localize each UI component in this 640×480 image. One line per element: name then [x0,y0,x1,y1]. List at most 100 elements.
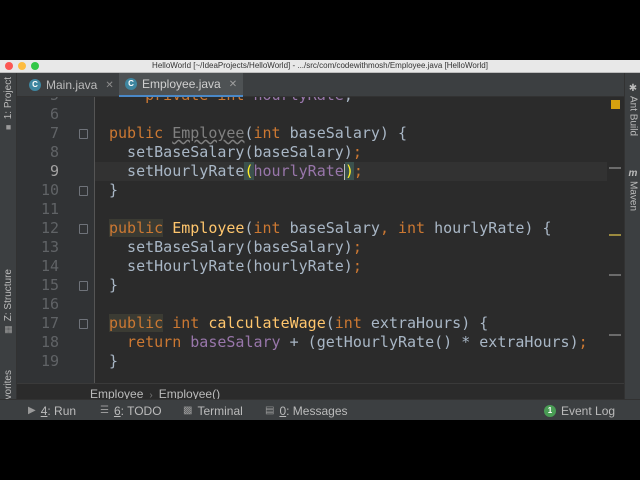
code-token: , int [379,219,435,237]
code-token: } [109,352,119,370]
code-token: setBaseSalary(baseSalary) [109,238,353,256]
run-tool-button[interactable]: ▶ 4: Run [28,403,76,418]
tab-main-java[interactable]: C Main.java ✕ [23,73,120,97]
code-token: ( [244,219,254,237]
terminal-label: Terminal [197,403,243,418]
code-line[interactable]: setBaseSalary(baseSalary); [109,143,362,162]
todo-icon: ☰ [100,405,109,416]
code-line[interactable]: public int calculateWage(int extraHours)… [109,314,488,333]
code-token: hourlyRate [253,162,344,180]
code-token: int [334,314,371,332]
code-token: int [163,314,209,332]
code-line[interactable]: public Employee(int baseSalary) { [109,124,407,143]
line-number: 16 [40,295,59,313]
code-token: ; [578,333,588,351]
line-number-gutter[interactable]: 5678910111213141516171819 [17,97,95,383]
line-number: 14 [40,257,59,275]
code-token: extraHours) { [370,314,489,332]
messages-tool-button[interactable]: ▤ 0: Messages [265,403,348,418]
code-token: private int [145,97,253,104]
fold-marker-icon[interactable] [79,186,88,196]
structure-tool-tab[interactable]: Z: Structure ▦ [1,269,16,334]
title-bar: HelloWorld [~/IdeaProjects/HelloWorld] -… [0,60,640,73]
code-token: ; [353,162,363,180]
project-tool-tab[interactable]: 1: Project ■ [1,77,16,132]
line-number: 13 [40,238,59,256]
code-token: + (getHourlyRate() * extraHours) [280,333,579,351]
code-line[interactable]: setHourlyRate(hourlyRate); [109,162,363,181]
code-token: public [109,124,173,142]
code-line[interactable]: setHourlyRate(hourlyRate); [109,257,362,276]
line-number: 6 [49,105,59,123]
code-token: Employee [172,219,245,237]
code-line[interactable]: public Employee(int baseSalary, int hour… [109,219,552,238]
line-number: 5 [17,97,59,105]
todo-tool-button[interactable]: ☰ 6: TODO [100,403,162,418]
ant-icon: ✱ [628,83,638,94]
fold-marker-icon[interactable] [79,129,88,139]
run-icon: ▶ [28,405,36,416]
code-token: return [109,333,191,351]
terminal-tool-button[interactable]: ▩ Terminal [183,403,243,418]
code-token: } [109,181,119,199]
line-number: 17 [40,314,59,332]
stripe-mark[interactable] [609,167,621,169]
maven-tool-tab[interactable]: m Maven [626,168,640,211]
fold-marker-icon[interactable] [79,281,88,291]
maven-label: Maven [627,181,639,212]
maven-icon: m [628,168,638,179]
code-token: ; [344,97,353,104]
project-tool-label: 1: Project [3,77,14,120]
close-icon[interactable]: ✕ [105,80,113,91]
code-token: public [109,314,164,332]
code-token: baseSalary [289,219,380,237]
line-number: 9 [49,162,59,180]
line-number: 8 [49,143,59,161]
code-token: hourlyRate) { [434,219,552,237]
event-log-label: Event Log [561,403,616,418]
code-token: Employee [172,124,245,142]
code-editor[interactable]: private int hourlyRate;public Employee(i… [95,97,607,383]
code-line[interactable]: setBaseSalary(baseSalary); [109,238,362,257]
code-token: ( [244,124,254,142]
code-token: ( [244,162,254,180]
left-tool-strip: 1: Project ■ Z: Structure ▦ 2: Favorites… [0,73,17,420]
breadcrumb: Employee › Employee() [17,383,624,401]
ide-window: HelloWorld [~/IdeaProjects/HelloWorld] -… [0,60,640,420]
line-number: 11 [40,200,59,218]
code-line[interactable]: return baseSalary + (getHourlyRate() * e… [109,333,588,352]
messages-shortcut-number: 0 [279,403,287,418]
code-token: ; [352,257,362,275]
stripe-mark[interactable] [609,234,621,236]
fold-marker-icon[interactable] [79,319,88,329]
line-number: 15 [40,276,59,294]
structure-tool-label: Z: Structure [3,269,14,322]
right-tool-strip: ✱ Ant Build m Maven [624,73,640,399]
ant-build-tool-tab[interactable]: ✱ Ant Build [626,83,640,136]
code-token: public [109,219,164,237]
event-log-tool-button[interactable]: 1 Event Log [544,403,615,418]
code-token: int [253,219,290,237]
warning-indicator-icon[interactable] [611,100,620,109]
code-line[interactable]: } [109,276,118,295]
code-token: ; [352,143,362,161]
line-number: 18 [40,333,59,351]
stripe-mark[interactable] [609,274,621,276]
code-token: calculateWage [208,314,326,332]
tab-label: Main.java [46,78,98,92]
ant-build-label: Ant Build [627,96,639,137]
code-line[interactable]: } [109,352,118,371]
java-class-icon: C [125,78,137,90]
stripe-mark[interactable] [609,334,621,336]
todo-shortcut-number: 6 [113,403,121,418]
tab-employee-java[interactable]: C Employee.java ✕ [119,73,244,97]
close-icon[interactable]: ✕ [229,79,237,90]
code-line[interactable]: } [109,181,118,200]
code-token: ( [325,314,335,332]
error-stripe-scrollbar[interactable] [607,97,624,383]
tab-label: Employee.java [142,77,221,91]
code-line[interactable]: private int hourlyRate; [109,97,353,105]
fold-marker-icon[interactable] [79,224,88,234]
run-label: : Run [47,403,77,418]
